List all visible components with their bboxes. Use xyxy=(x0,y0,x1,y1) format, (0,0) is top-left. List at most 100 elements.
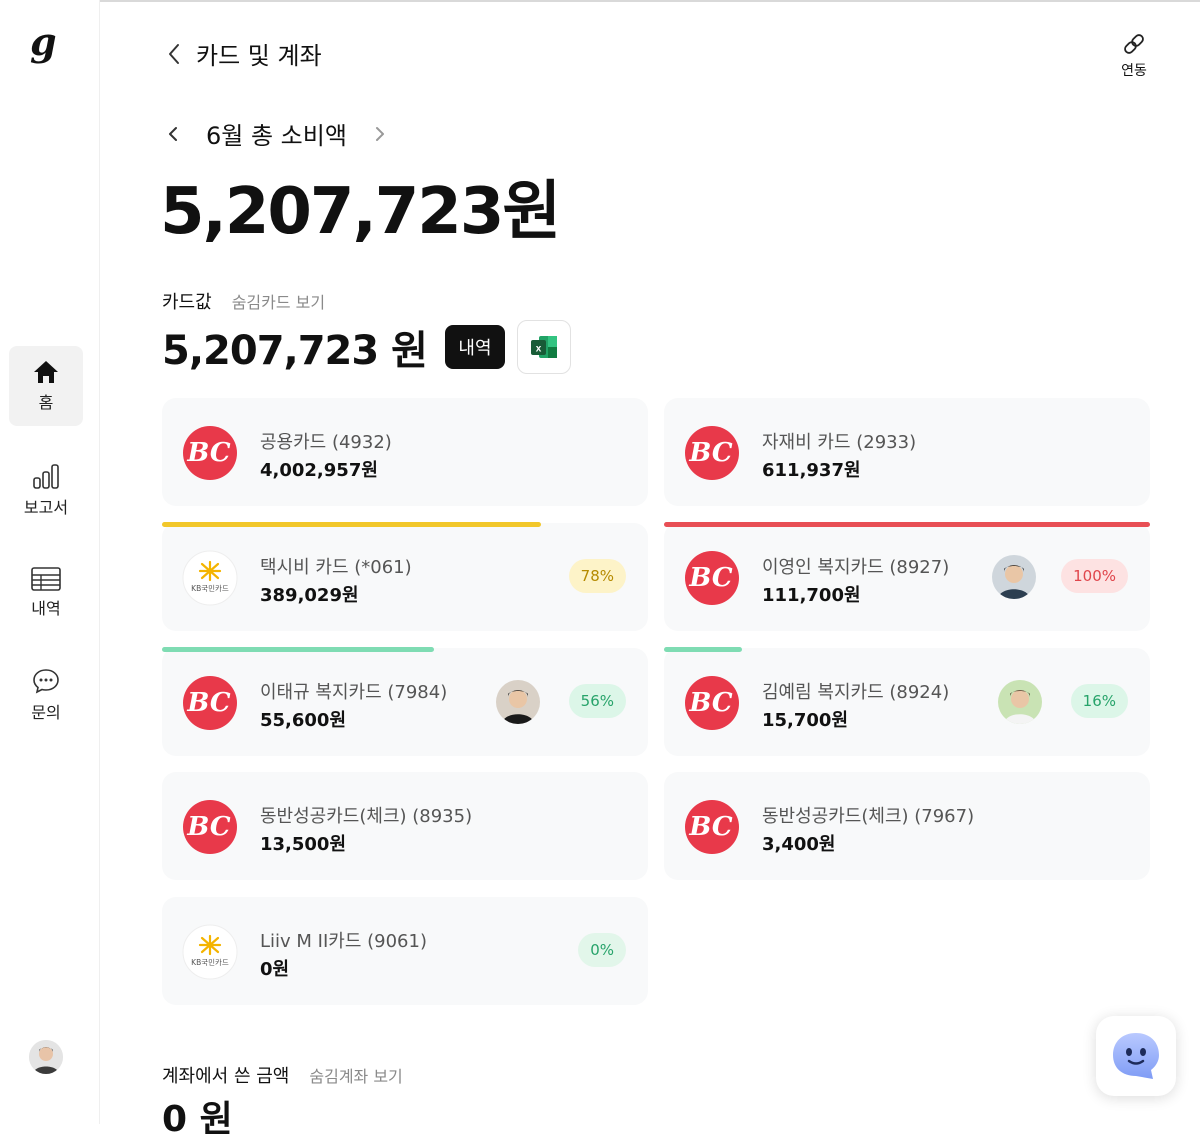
usage-progress-bar xyxy=(162,647,434,652)
cardholder-avatar xyxy=(992,555,1036,599)
hidden-cards-link[interactable]: 숨김카드 보기 xyxy=(232,289,325,313)
excel-export-button[interactable]: x xyxy=(516,320,571,374)
chat-bubble-icon xyxy=(33,669,59,694)
header-bar: 카드 및 계좌 xyxy=(166,36,322,71)
month-title: 6월 총 소비액 xyxy=(206,122,347,150)
prev-month-icon[interactable] xyxy=(166,122,180,146)
chatbot-face-icon xyxy=(1113,1033,1159,1079)
cards-total-row: 5,207,723 원 내역 x xyxy=(162,318,571,376)
usage-progress-bar xyxy=(162,522,541,527)
card-item[interactable]: KB국민카드 택시비 카드 (*061) 389,029원 78% xyxy=(162,523,648,631)
sidebar-item-home[interactable]: 홈 xyxy=(9,346,83,426)
card-item[interactable]: BC 이영인 복지카드 (8927) 111,700원 100% xyxy=(664,523,1150,631)
bc-card-logo-icon: BC xyxy=(684,550,740,606)
kb-card-logo-icon: KB국민카드 xyxy=(182,924,238,980)
cards-heading: 카드값 xyxy=(162,292,212,313)
svg-text:BC: BC xyxy=(688,812,732,842)
svg-text:BC: BC xyxy=(186,688,230,718)
sidebar-item-label: 홈 xyxy=(38,393,54,412)
card-name: 김예림 복지카드 (8924) xyxy=(762,682,950,703)
card-name: 동반성공카드(체크) (8935) xyxy=(260,806,473,827)
card-name: 공용카드 (4932) xyxy=(260,432,392,453)
sidebar-item-history[interactable]: 내역 xyxy=(9,553,83,633)
svg-text:BC: BC xyxy=(688,688,732,718)
month-total-amount: 5,207,723원 xyxy=(160,175,561,249)
usage-progress-bar xyxy=(664,522,1150,527)
svg-text:x: x xyxy=(536,344,542,355)
home-icon xyxy=(34,361,58,383)
usage-percent-badge: 56% xyxy=(568,684,626,718)
usage-percent-badge: 100% xyxy=(1061,559,1128,593)
cardholder-avatar xyxy=(998,680,1042,724)
account-section-header: 계좌에서 쓴 금액 숨김계좌 보기 xyxy=(162,1062,403,1088)
card-name: 이영인 복지카드 (8927) xyxy=(762,557,950,578)
card-name: 동반성공카드(체크) (7967) xyxy=(762,806,975,827)
kb-card-logo-icon: KB국민카드 xyxy=(182,550,238,606)
svg-text:KB국민카드: KB국민카드 xyxy=(191,583,229,593)
svg-text:BC: BC xyxy=(186,438,230,468)
account-heading: 계좌에서 쓴 금액 xyxy=(162,1066,290,1087)
next-month-icon[interactable] xyxy=(373,122,387,146)
card-name: 이태규 복지카드 (7984) xyxy=(260,682,448,703)
usage-progress-bar xyxy=(664,647,742,652)
table-icon xyxy=(31,567,61,591)
bc-card-logo-icon: BC xyxy=(182,425,238,481)
svg-text:BC: BC xyxy=(186,812,230,842)
bc-card-logo-icon: BC xyxy=(684,425,740,481)
sidebar-item-label: 내역 xyxy=(31,599,61,618)
cardholder-avatar xyxy=(496,680,540,724)
excel-icon: x xyxy=(530,336,557,358)
history-button[interactable]: 내역 xyxy=(444,325,505,369)
cards-total-amount: 5,207,723 원 xyxy=(162,328,428,374)
cards-section-header: 카드값 숨김카드 보기 xyxy=(162,288,325,314)
top-divider xyxy=(0,0,1200,2)
card-name: Liiv M II카드 (9061) xyxy=(260,931,427,952)
bc-card-logo-icon: BC xyxy=(684,675,740,731)
sidebar-item-report[interactable]: 보고서 xyxy=(9,450,83,530)
card-item[interactable]: BC 김예림 복지카드 (8924) 15,700원 16% xyxy=(664,648,1150,756)
card-item[interactable]: BC 동반성공카드(체크) (8935) 13,500원 xyxy=(162,772,648,880)
chat-support-button[interactable] xyxy=(1096,1016,1176,1096)
link-icon xyxy=(1124,34,1144,54)
bar-chart-icon xyxy=(33,464,59,489)
sidebar: g 홈 보고서 내역 문의 xyxy=(0,0,100,1124)
person-photo-icon xyxy=(29,1040,63,1074)
account-total-amount: 0 원 xyxy=(162,1099,233,1140)
card-item[interactable]: BC 자재비 카드 (2933) 611,937원 xyxy=(664,398,1150,506)
card-name: 자재비 카드 (2933) xyxy=(762,432,917,453)
page-title: 카드 및 계좌 xyxy=(196,42,322,70)
card-item[interactable]: BC 동반성공카드(체크) (7967) 3,400원 xyxy=(664,772,1150,880)
card-amount: 3,400원 xyxy=(762,834,836,855)
card-amount: 111,700원 xyxy=(762,585,861,606)
bc-card-logo-icon: BC xyxy=(182,675,238,731)
user-avatar[interactable] xyxy=(29,1040,63,1074)
card-amount: 13,500원 xyxy=(260,834,347,855)
usage-percent-badge: 0% xyxy=(578,933,626,967)
card-name: 택시비 카드 (*061) xyxy=(260,557,412,578)
hidden-accounts-link[interactable]: 숨김계좌 보기 xyxy=(309,1063,402,1087)
link-account-button[interactable]: 연동 xyxy=(1112,30,1156,80)
chevron-left-icon[interactable] xyxy=(166,42,182,66)
svg-text:BC: BC xyxy=(688,438,732,468)
app-logo[interactable]: g xyxy=(30,22,62,62)
sidebar-item-label: 문의 xyxy=(31,703,61,722)
usage-percent-badge: 16% xyxy=(1070,684,1128,718)
card-item[interactable]: BC 이태규 복지카드 (7984) 55,600원 56% xyxy=(162,648,648,756)
card-amount: 0원 xyxy=(260,959,290,980)
card-amount: 4,002,957원 xyxy=(260,460,378,481)
card-amount: 15,700원 xyxy=(762,710,849,731)
svg-text:BC: BC xyxy=(688,563,732,593)
bc-card-logo-icon: BC xyxy=(684,799,740,855)
sidebar-item-label: 보고서 xyxy=(23,498,69,517)
svg-text:KB국민카드: KB국민카드 xyxy=(191,957,229,967)
bc-card-logo-icon: BC xyxy=(182,799,238,855)
card-amount: 611,937원 xyxy=(762,460,861,481)
card-item[interactable]: KB국민카드 Liiv M II카드 (9061) 0원 0% xyxy=(162,897,648,1005)
sidebar-item-inquiry[interactable]: 문의 xyxy=(9,655,83,735)
card-amount: 55,600원 xyxy=(260,710,347,731)
card-amount: 389,029원 xyxy=(260,585,359,606)
card-item[interactable]: BC 공용카드 (4932) 4,002,957원 xyxy=(162,398,648,506)
month-selector: 6월 총 소비액 xyxy=(166,116,387,151)
usage-percent-badge: 78% xyxy=(568,559,626,593)
link-label: 연동 xyxy=(1121,63,1147,79)
